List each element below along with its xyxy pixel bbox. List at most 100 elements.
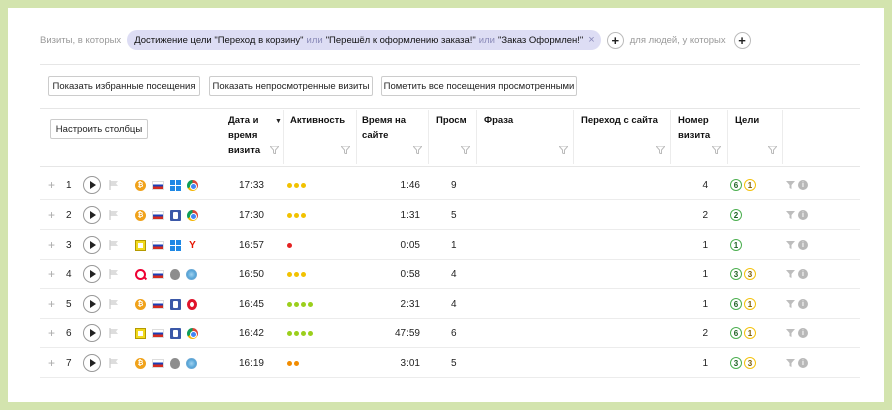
goal-badge[interactable]: 3 bbox=[730, 268, 742, 280]
filter-by-visit-icon[interactable] bbox=[786, 211, 795, 219]
filter-funnel-icon[interactable] bbox=[656, 146, 665, 154]
russia-flag-icon bbox=[152, 211, 164, 220]
goal-badge[interactable]: 6 bbox=[730, 298, 742, 310]
visit-time: 17:33 bbox=[238, 179, 264, 191]
row-number: 6 bbox=[66, 327, 72, 339]
table-row[interactable]: +4 16:50 0:58 4 1 3 3 i bbox=[40, 259, 860, 289]
play-recording-button[interactable] bbox=[83, 236, 101, 254]
filter-by-visit-icon[interactable] bbox=[786, 359, 795, 367]
flag-icon[interactable] bbox=[109, 328, 119, 338]
goal-badge[interactable]: 1 bbox=[744, 179, 756, 191]
goal-badge[interactable]: 1 bbox=[744, 298, 756, 310]
row-number: 7 bbox=[66, 357, 72, 369]
play-recording-button[interactable] bbox=[83, 354, 101, 372]
activity-dot bbox=[287, 330, 292, 336]
activity-dot bbox=[301, 212, 306, 218]
play-recording-button[interactable] bbox=[83, 324, 101, 342]
filter-funnel-icon[interactable] bbox=[559, 146, 568, 154]
filter-by-visit-icon[interactable] bbox=[786, 329, 795, 337]
info-icon[interactable]: i bbox=[798, 328, 808, 338]
flag-icon[interactable] bbox=[109, 269, 119, 279]
activity-dot bbox=[287, 271, 292, 277]
filter-funnel-icon[interactable] bbox=[413, 146, 422, 154]
flag-icon[interactable] bbox=[109, 210, 119, 220]
goal-badge[interactable]: 3 bbox=[744, 357, 756, 369]
goal-badge[interactable]: 1 bbox=[744, 327, 756, 339]
configure-columns-button[interactable]: Настроить столбцы bbox=[50, 119, 148, 139]
show-unviewed-button[interactable]: Показать непросмотренные визиты bbox=[209, 76, 373, 96]
filter-funnel-icon[interactable] bbox=[270, 146, 279, 154]
expand-row-icon[interactable]: + bbox=[48, 356, 55, 370]
apple-icon bbox=[170, 357, 180, 369]
filter-by-visit-icon[interactable] bbox=[786, 270, 795, 278]
russia-flag-icon bbox=[152, 359, 164, 368]
expand-row-icon[interactable]: + bbox=[48, 297, 55, 311]
filter-funnel-icon[interactable] bbox=[768, 146, 777, 154]
close-icon[interactable]: × bbox=[588, 34, 594, 46]
column-header-goals[interactable]: Цели bbox=[735, 113, 775, 128]
goal-badge[interactable]: 3 bbox=[730, 357, 742, 369]
expand-row-icon[interactable]: + bbox=[48, 326, 55, 340]
flag-icon[interactable] bbox=[109, 180, 119, 190]
table-row[interactable]: +5 ₿ 16:45 2:31 4 1 6 1 i bbox=[40, 289, 860, 319]
goal-segment-chip[interactable]: Достижение цели "Переход в корзину" или … bbox=[127, 30, 601, 50]
expand-row-icon[interactable]: + bbox=[48, 178, 55, 192]
flag-icon[interactable] bbox=[109, 358, 119, 368]
info-icon[interactable]: i bbox=[798, 210, 808, 220]
table-row[interactable]: +2 ₿ 17:30 1:31 5 2 2 i bbox=[40, 200, 860, 230]
goal-badge[interactable]: 3 bbox=[744, 268, 756, 280]
expand-row-icon[interactable]: + bbox=[48, 267, 55, 281]
activity-indicator bbox=[287, 330, 313, 336]
play-recording-button[interactable] bbox=[83, 206, 101, 224]
info-icon[interactable]: i bbox=[798, 358, 808, 368]
info-icon[interactable]: i bbox=[798, 299, 808, 309]
play-icon bbox=[90, 241, 96, 249]
filter-funnel-icon[interactable] bbox=[461, 146, 470, 154]
opera-icon bbox=[187, 298, 197, 310]
row-number: 1 bbox=[66, 179, 72, 191]
filter-funnel-icon[interactable] bbox=[341, 146, 350, 154]
play-recording-button[interactable] bbox=[83, 265, 101, 283]
play-icon bbox=[90, 300, 96, 308]
column-header-visit-number[interactable]: Номер визита bbox=[678, 113, 726, 143]
page-views: 6 bbox=[451, 327, 457, 339]
info-icon[interactable]: i bbox=[798, 180, 808, 190]
goal-badge[interactable]: 2 bbox=[730, 209, 742, 221]
info-icon[interactable]: i bbox=[798, 240, 808, 250]
column-header-activity[interactable]: Активность bbox=[290, 113, 350, 128]
column-header-referrer[interactable]: Переход с сайта bbox=[581, 113, 671, 128]
info-icon[interactable]: i bbox=[798, 269, 808, 279]
flag-icon[interactable] bbox=[109, 240, 119, 250]
row-number: 4 bbox=[66, 268, 72, 280]
table-row[interactable]: +7 ₿ 16:19 3:01 5 1 3 3 i bbox=[40, 348, 860, 378]
play-icon bbox=[90, 359, 96, 367]
table-row[interactable]: +6 16:42 47:59 6 2 6 1 i bbox=[40, 318, 860, 348]
visit-number: 4 bbox=[702, 179, 708, 191]
play-recording-button[interactable] bbox=[83, 176, 101, 194]
sort-desc-icon[interactable]: ▼ bbox=[275, 118, 282, 125]
goal-badge[interactable]: 6 bbox=[730, 327, 742, 339]
table-row[interactable]: +1 ₿ 17:33 1:46 9 4 6 1 i bbox=[40, 170, 860, 200]
column-header-time-on-site[interactable]: Время на сайте bbox=[362, 113, 418, 143]
play-recording-button[interactable] bbox=[83, 295, 101, 313]
safari-icon bbox=[186, 357, 197, 369]
expand-row-icon[interactable]: + bbox=[48, 208, 55, 222]
column-header-views[interactable]: Просм bbox=[436, 113, 466, 128]
filter-by-visit-icon[interactable] bbox=[786, 241, 795, 249]
flag-icon[interactable] bbox=[109, 299, 119, 309]
goal-badge[interactable]: 6 bbox=[730, 179, 742, 191]
column-separator bbox=[283, 110, 284, 164]
goal-badge[interactable]: 1 bbox=[730, 239, 742, 251]
expand-row-icon[interactable]: + bbox=[48, 238, 55, 252]
mark-all-viewed-button[interactable]: Пометить все посещения просмотренными bbox=[381, 76, 577, 96]
add-people-condition-button[interactable]: + bbox=[733, 31, 751, 49]
filter-by-visit-icon[interactable] bbox=[786, 181, 795, 189]
table-row[interactable]: +3 Y 16:57 0:05 1 1 1 i bbox=[40, 230, 860, 260]
column-header-phrase[interactable]: Фраза bbox=[484, 113, 544, 128]
add-visit-condition-button[interactable]: + bbox=[606, 31, 624, 49]
filter-by-visit-icon[interactable] bbox=[786, 300, 795, 308]
russia-flag-icon bbox=[152, 270, 164, 279]
page-views: 4 bbox=[451, 298, 457, 310]
show-favorites-button[interactable]: Показать избранные посещения bbox=[48, 76, 200, 96]
filter-funnel-icon[interactable] bbox=[712, 146, 721, 154]
